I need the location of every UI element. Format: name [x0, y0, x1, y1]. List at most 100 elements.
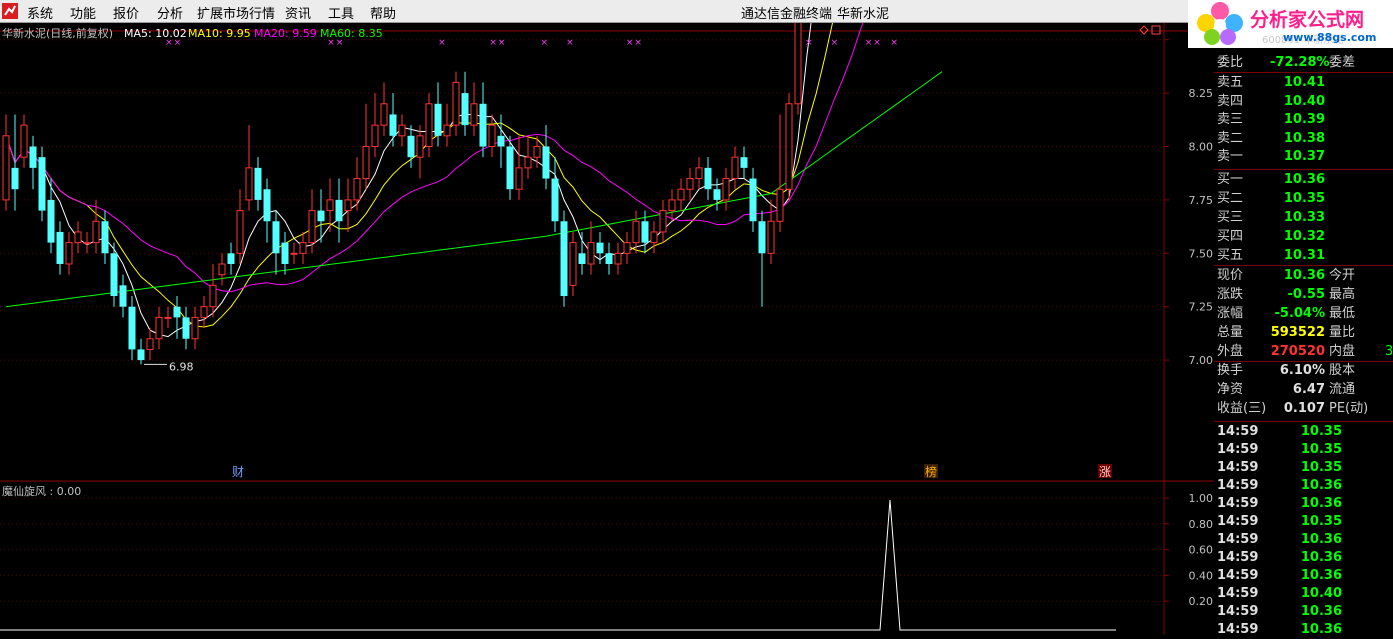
- tick-time: 14:59: [1217, 550, 1259, 565]
- candle: [362, 103, 370, 190]
- tick-price: 10.35: [1300, 460, 1342, 475]
- candle-body: [767, 220, 775, 254]
- candle-body: [704, 167, 712, 190]
- menu-tools[interactable]: 工具: [328, 3, 354, 22]
- candle: [443, 103, 451, 147]
- candle: [623, 231, 631, 264]
- candle: [155, 306, 163, 350]
- bid-price[interactable]: 10.31: [1270, 247, 1325, 265]
- signal-mark: ×: [890, 38, 898, 48]
- tick-time: 14:59: [1217, 622, 1259, 637]
- candle: [596, 231, 604, 264]
- signal-mark: ×: [566, 38, 574, 48]
- candle: [542, 125, 550, 190]
- bid-price[interactable]: 10.35: [1270, 190, 1325, 208]
- candle: [263, 178, 271, 243]
- candle-body: [2, 135, 10, 201]
- candle-body: [605, 253, 613, 264]
- candle: [650, 221, 658, 254]
- stat-value: -5.04%: [1274, 306, 1326, 321]
- candle: [290, 242, 298, 264]
- candle: [695, 157, 703, 190]
- candle-body: [587, 242, 595, 265]
- ask-label: 卖三: [1217, 112, 1244, 127]
- candle-body: [713, 189, 721, 200]
- candle: [236, 189, 244, 264]
- stat-label: 涨幅: [1217, 306, 1244, 321]
- candle-body: [542, 146, 550, 179]
- menu-help[interactable]: 帮助: [370, 3, 396, 22]
- stat-label: 外盘: [1217, 344, 1244, 359]
- candle-body: [569, 242, 577, 286]
- candle-body: [731, 156, 739, 180]
- candle-body: [92, 220, 100, 244]
- candle-body: [740, 157, 748, 168]
- tick-price: 10.36: [1300, 604, 1342, 619]
- bid-price[interactable]: 10.33: [1270, 209, 1325, 227]
- candle-body: [749, 178, 757, 222]
- menu-function[interactable]: 功能: [70, 3, 96, 22]
- candle: [560, 210, 568, 307]
- stat-value: 0.107: [1283, 401, 1325, 416]
- menu-news[interactable]: 资讯: [285, 3, 311, 22]
- tick-time: 14:59: [1217, 604, 1259, 619]
- candle-body: [56, 231, 64, 264]
- event-marker[interactable]: 涨: [1099, 464, 1111, 479]
- candle: [281, 231, 289, 275]
- candle: [299, 231, 307, 264]
- stat-label: 换手: [1217, 363, 1244, 378]
- ma10-line: [5, 23, 834, 328]
- ask-price[interactable]: 10.40: [1270, 93, 1325, 111]
- stat-value: 270520: [1270, 344, 1325, 359]
- menu-analysis[interactable]: 分析: [157, 3, 183, 22]
- stat-right-label: 最低: [1329, 306, 1356, 321]
- menu-extended-market[interactable]: 扩展市场行情: [197, 3, 275, 22]
- candle-body: [389, 114, 397, 136]
- tick-price: 10.36: [1300, 478, 1342, 493]
- tick-time: 14:59: [1217, 424, 1259, 439]
- event-marker[interactable]: 财: [232, 465, 244, 479]
- event-marker[interactable]: 榜: [925, 464, 937, 479]
- signal-mark: ×: [865, 38, 873, 48]
- ask-price[interactable]: 10.37: [1270, 148, 1325, 166]
- candle: [335, 178, 343, 243]
- ma5-value: MA5: 10.02: [124, 27, 187, 40]
- diamond-icon[interactable]: [1139, 25, 1149, 35]
- candle: [416, 125, 424, 179]
- candle-body: [11, 167, 19, 190]
- price-tick-label: 7.75: [1189, 194, 1214, 207]
- candle: [452, 71, 460, 136]
- ask-price[interactable]: 10.41: [1270, 74, 1325, 92]
- tick-time: 14:59: [1217, 514, 1259, 529]
- candle-body: [308, 210, 316, 244]
- bid-price[interactable]: 10.36: [1270, 171, 1325, 189]
- candle-body: [470, 103, 478, 126]
- candle-body: [668, 199, 676, 212]
- candle-body: [335, 199, 343, 222]
- candle-body: [281, 242, 289, 264]
- indicator-name: 魔仙旋风 : 0.00: [2, 484, 81, 498]
- menu-system[interactable]: 系统: [27, 3, 53, 22]
- bid-price[interactable]: 10.32: [1270, 228, 1325, 246]
- ask-label: 卖一: [1217, 149, 1244, 164]
- ask-price[interactable]: 10.39: [1270, 111, 1325, 129]
- candle-body: [182, 317, 190, 339]
- window-icon[interactable]: [1151, 25, 1161, 35]
- candle: [164, 306, 172, 329]
- candle: [425, 93, 433, 158]
- candle: [182, 306, 190, 350]
- kline-chart[interactable]: ××××××××××××××××10.916.98财榜涨 10.5010.251…: [0, 23, 1214, 635]
- ask-price[interactable]: 10.38: [1270, 130, 1325, 148]
- candle-body: [416, 135, 424, 158]
- candle-body: [659, 210, 667, 233]
- tick-time: 14:59: [1217, 568, 1259, 583]
- indicator-tick-label: 0.20: [1189, 595, 1214, 608]
- candle-body: [623, 242, 631, 254]
- menu-quote[interactable]: 报价: [113, 3, 139, 22]
- candle: [380, 82, 388, 136]
- candle-body: [614, 252, 622, 265]
- candle: [785, 93, 793, 200]
- ma60-value: MA60: 8.35: [320, 27, 383, 40]
- watermark-url: www.88gs.com: [1283, 31, 1377, 44]
- flower-logo-icon: [1197, 2, 1243, 45]
